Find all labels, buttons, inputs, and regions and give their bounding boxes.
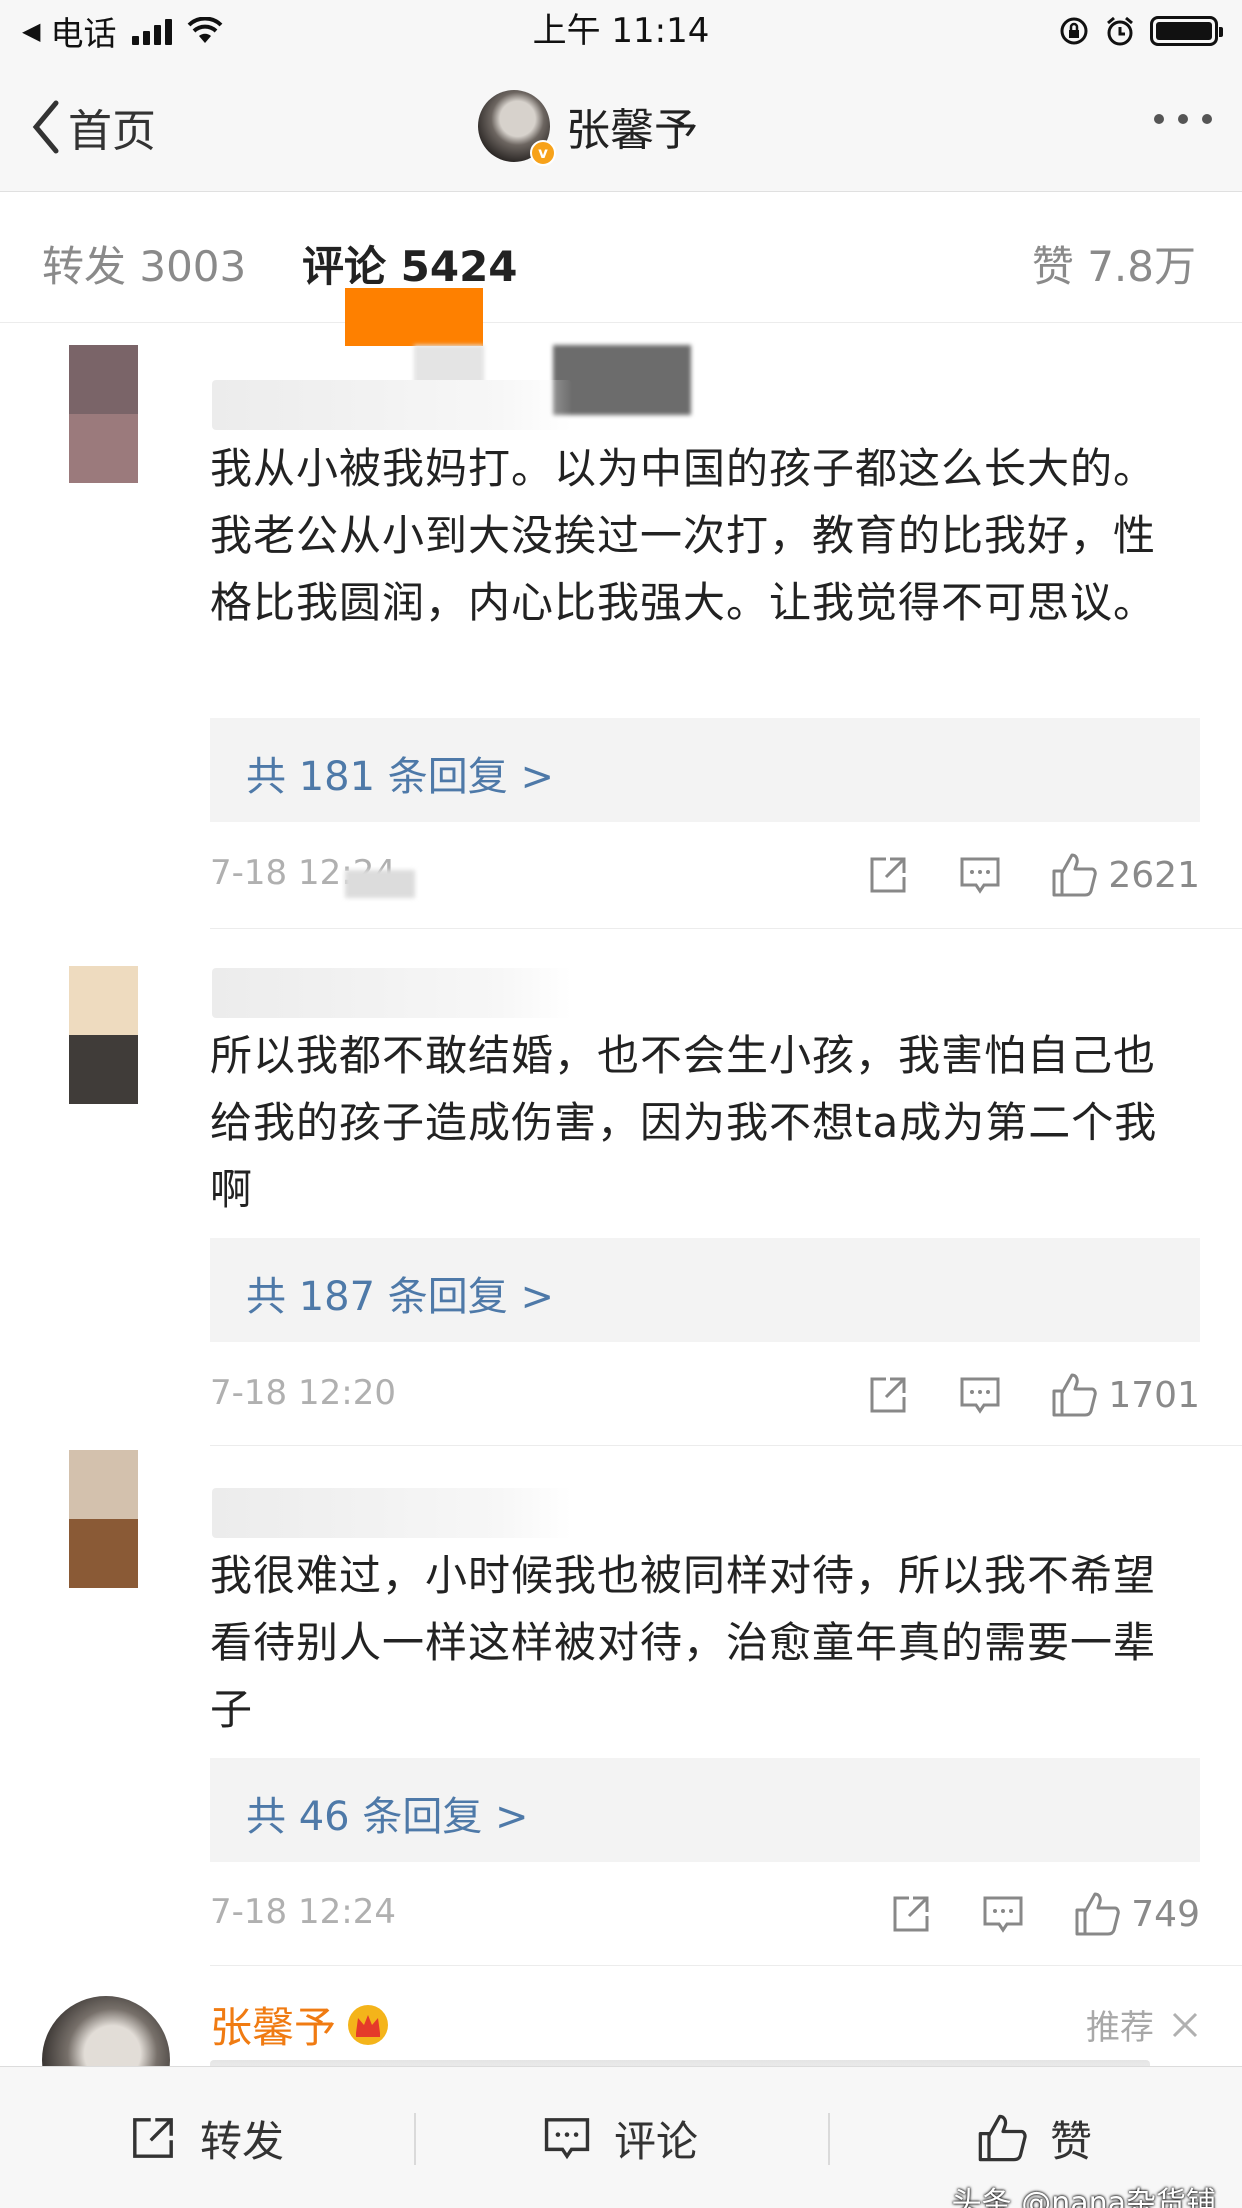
thumbs-up-icon [1052,1373,1098,1417]
nav-profile[interactable]: v 张馨予 [478,88,698,166]
comment-icon[interactable] [958,1373,1002,1417]
comment-text: 我很难过，小时候我也被同样对待，所以我不希望看待别人一样这样被对待，治愈童年真的… [210,1551,1157,1734]
comment-time: 7-18 12:24 [210,1892,396,1932]
share-icon[interactable] [866,1373,910,1417]
comment-icon[interactable] [958,853,1002,897]
status-bar: ◀ 电话 上午 11:14 [0,0,1242,62]
share-icon[interactable] [866,853,910,897]
like-button[interactable]: 2621 [1050,851,1200,899]
tab-like[interactable]: 赞 7.8万 [1032,233,1196,294]
like-button[interactable]: 1701 [1050,1371,1200,1419]
comment-meta: 7-18 12:20 1701 [210,1365,1200,1425]
comment-actions: 749 [889,1884,1200,1944]
watermark: 头条 @nana杂货铺 [951,2186,1216,2208]
like-count: 1701 [1108,1374,1200,1416]
comment-meta: 7-18 12:24 749 [210,1884,1200,1944]
replies-link[interactable]: 共 46 条回复 > [210,1758,1200,1862]
divider [210,928,1242,929]
thumbs-up-icon [978,2114,1027,2162]
avatar[interactable]: v [478,90,556,166]
commenter-name-redacted[interactable] [212,1488,572,1538]
thumbs-up-icon [1075,1892,1121,1936]
comment-text: 我从小被我妈打。以为中国的孩子都这么长大的。我老公从小到大没挨过一次打，教育的比… [210,444,1157,627]
comment-actions: 1701 [866,1365,1200,1425]
close-icon[interactable] [1170,2010,1200,2040]
battery-icon [1150,16,1223,46]
page-title: 张馨予 [566,105,698,156]
verified-badge-icon: v [530,140,556,166]
author-name: 张馨予 [210,2003,337,2052]
commenter-avatar[interactable] [69,345,138,483]
status-right [1058,8,1223,54]
commenter-avatar[interactable] [69,1450,138,1588]
active-tab-indicator [345,288,483,346]
like-label: 赞 [1050,2116,1093,2166]
comment-icon[interactable] [981,1892,1025,1936]
author-name-row[interactable]: 张馨予 [210,1994,390,2055]
recommend-tag: 推荐 [1086,2000,1200,2049]
divider [210,1965,1242,1966]
replies-label: 共 181 条回复 > [246,754,555,800]
back-button[interactable]: 首页 [30,92,156,162]
like-button[interactable]: 749 [1073,1890,1200,1938]
divider [828,2113,830,2165]
redacted-block [553,345,691,415]
crown-icon [348,2004,389,2045]
replies-label: 共 187 条回复 > [246,1274,555,1320]
comment-button[interactable]: 评论 [542,2067,698,2208]
share-icon[interactable] [889,1892,933,1936]
share-icon [133,2118,173,2158]
comment-actions: 2621 [866,845,1200,905]
commenter-name-redacted[interactable] [212,968,572,1018]
replies-label: 共 46 条回复 > [246,1794,529,1840]
like-count: 2621 [1108,854,1200,896]
status-time: 上午 11:14 [532,11,710,51]
thumbs-up-icon [1052,853,1098,897]
rotation-lock-icon [1060,17,1088,45]
more-menu-icon[interactable] [1154,114,1212,124]
tab-repost[interactable]: 转发 3003 [42,233,246,294]
chevron-left-icon [32,100,59,154]
recommend-label: 推荐 [1086,2008,1154,2048]
like-count: 749 [1131,1893,1200,1935]
commenter-avatar[interactable] [69,966,138,1104]
tab-bar: 转发 3003 评论 5424 赞 7.8万 [0,193,1242,346]
comment-time: 7-18 12:20 [210,1373,396,1413]
divider [414,2113,416,2165]
comment-icon [544,2118,590,2160]
divider [210,1445,1242,1446]
replies-link[interactable]: 共 187 条回复 > [210,1238,1200,1342]
comment-label: 评论 [614,2116,699,2166]
alarm-icon [1107,16,1133,46]
repost-button[interactable]: 转发 [128,2067,284,2208]
repost-label: 转发 [200,2116,285,2166]
nav-bar: 首页 v 张馨予 [0,62,1242,192]
redacted-block [345,870,415,898]
tab-comment[interactable]: 评论 5424 [302,233,518,294]
back-label: 首页 [68,106,156,157]
commenter-name-redacted[interactable] [212,380,572,430]
comment-text: 所以我都不敢结婚，也不会生小孩，我害怕自己也给我的孩子造成伤害，因为我不想ta成… [210,1031,1158,1214]
replies-link[interactable]: 共 181 条回复 > [210,718,1200,822]
